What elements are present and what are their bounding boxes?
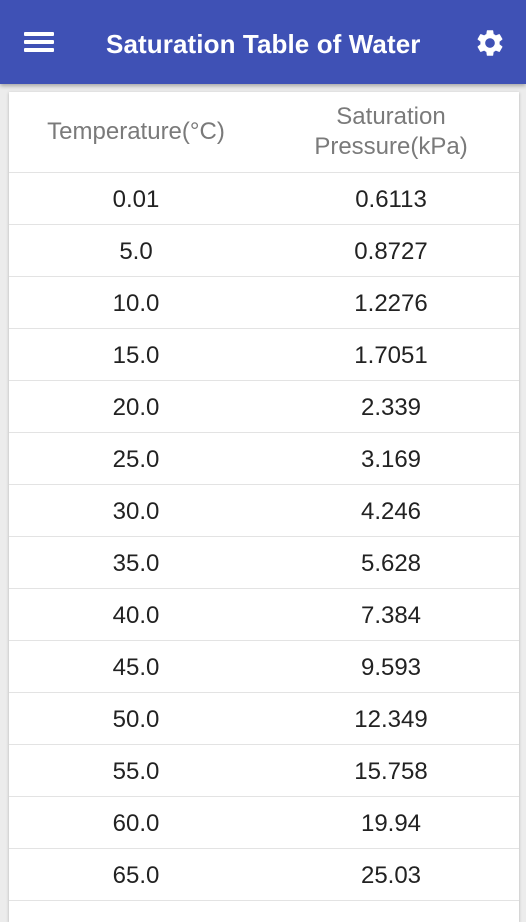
header-temperature: Temperature(°C) [47, 118, 225, 145]
table-row: 0.01 0.6113 [9, 173, 519, 225]
table-row: 65.0 25.03 [9, 849, 519, 901]
pressure-cell: 2.339 [360, 394, 422, 421]
app-bar: Saturation Table of Water [0, 0, 526, 84]
pressure-cell: 19.94 [360, 810, 422, 837]
settings-button[interactable] [474, 27, 506, 59]
temperature-cell: 20.0 [112, 394, 160, 421]
pressure-cell: 9.593 [360, 654, 422, 681]
pressure-cell: 4.246 [360, 498, 422, 525]
table-row: 15.0 1.7051 [9, 329, 519, 381]
temperature-cell: 15.0 [112, 342, 160, 369]
pressure-cell: 7.384 [360, 602, 422, 629]
table-row: 20.0 2.339 [9, 381, 519, 433]
menu-icon-line-top [24, 32, 54, 36]
pressure-cell: 25.03 [360, 862, 422, 889]
temperature-cell: 0.01 [112, 186, 160, 213]
table-row: 30.0 4.246 [9, 485, 519, 537]
temperature-cell: 35.0 [112, 550, 160, 577]
temperature-cell: 50.0 [112, 706, 160, 733]
temperature-cell: 5.0 [119, 238, 153, 265]
pressure-cell: 1.7051 [354, 342, 428, 369]
temperature-cell: 30.0 [112, 498, 160, 525]
pressure-cell: 5.628 [360, 550, 422, 577]
temperature-cell: 45.0 [112, 654, 160, 681]
gear-icon [477, 30, 503, 56]
table-row: 55.0 15.758 [9, 745, 519, 797]
header-pressure-line1: Saturation [336, 103, 446, 130]
pressure-cell: 15.758 [354, 758, 428, 785]
temperature-cell: 40.0 [112, 602, 160, 629]
pressure-cell: 0.8727 [354, 238, 428, 265]
temperature-cell: 55.0 [112, 758, 160, 785]
header-pressure-line2: Pressure(kPa) [314, 133, 468, 160]
temperature-cell: 10.0 [112, 290, 160, 317]
menu-button[interactable] [24, 29, 54, 55]
pressure-cell: 1.2276 [354, 290, 428, 317]
page-title: Saturation Table of Water [106, 29, 421, 59]
header-pressure: Saturation Pressure(kPa) [263, 92, 519, 172]
menu-icon-line-bottom [24, 48, 54, 52]
table-row: 50.0 12.349 [9, 693, 519, 745]
table-body: 0.01 0.6113 5.0 0.8727 10.0 1.2276 15.0 1.7051 2… [9, 173, 519, 901]
pressure-cell: 0.6113 [355, 186, 427, 213]
saturation-table: Temperature(°C) Saturation Pressure(kPa)… [9, 92, 519, 922]
table-header: Temperature(°C) Saturation Pressure(kPa) [9, 92, 519, 173]
temperature-cell: 25.0 [112, 446, 160, 473]
temperature-cell: 65.0 [112, 862, 160, 889]
pressure-cell: 12.349 [354, 706, 428, 733]
table-row: 45.0 9.593 [9, 641, 519, 693]
table-row: 60.0 19.94 [9, 797, 519, 849]
menu-icon-line-middle [24, 40, 54, 44]
table-row: 40.0 7.384 [9, 589, 519, 641]
table-row: 35.0 5.628 [9, 537, 519, 589]
pressure-cell: 3.169 [360, 446, 422, 473]
temperature-cell: 60.0 [112, 810, 160, 837]
table-row: 25.0 3.169 [9, 433, 519, 485]
table-row: 10.0 1.2276 [9, 277, 519, 329]
hamburger-menu-icon [24, 32, 54, 52]
table-row: 5.0 0.8727 [9, 225, 519, 277]
